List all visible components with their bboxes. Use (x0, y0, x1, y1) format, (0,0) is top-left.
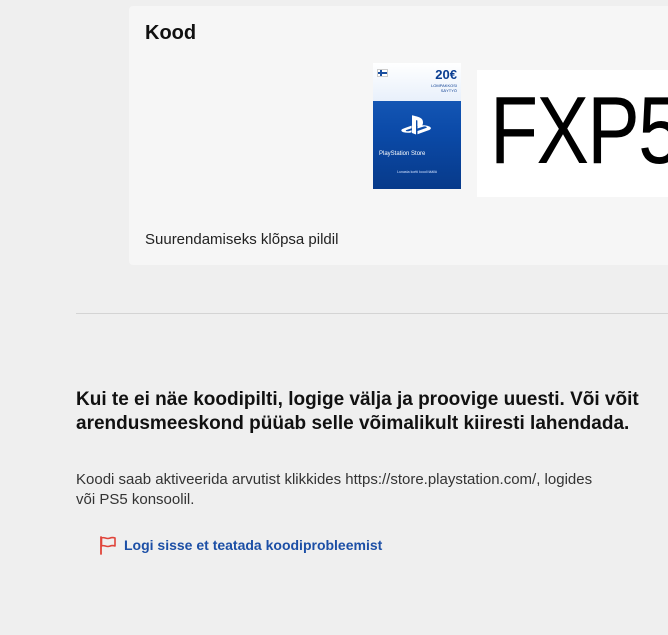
report-link-label: Logi sisse et teatada koodiprobleemist (124, 537, 383, 553)
psn-card-amount: 20€ (435, 67, 457, 82)
flag-icon (100, 536, 116, 555)
warning-message: Kui te ei näe koodipilti, logige välja j… (76, 389, 639, 434)
code-image[interactable]: FXP5- (477, 70, 668, 197)
code-card: Kood 20€ LOMPAKKOSI SÄYTYÖ PlayStation S… (129, 6, 668, 265)
psn-gift-card-image[interactable]: 20€ LOMPAKKOSI SÄYTYÖ PlayStation Store … (373, 63, 461, 189)
activation-info: Koodi saab aktiveerida arvutist klikkide… (76, 471, 593, 508)
code-text: FXP5- (490, 77, 668, 184)
divider (76, 313, 668, 314)
psn-card-fine-print: Lunasta kortti koodi täällä (397, 170, 437, 174)
psn-card-subtext: LOMPAKKOSI SÄYTYÖ (431, 83, 457, 93)
page: Kood 20€ LOMPAKKOSI SÄYTYÖ PlayStation S… (0, 0, 668, 635)
playstation-logo-icon (401, 115, 431, 135)
psn-store-label: PlayStation Store (379, 151, 426, 157)
code-title: Kood (145, 22, 197, 44)
zoom-hint: Suurendamiseks klõpsa pildil (145, 231, 339, 248)
report-code-problem-link[interactable]: Logi sisse et teatada koodiprobleemist (98, 535, 382, 555)
finland-flag-icon (377, 69, 388, 77)
